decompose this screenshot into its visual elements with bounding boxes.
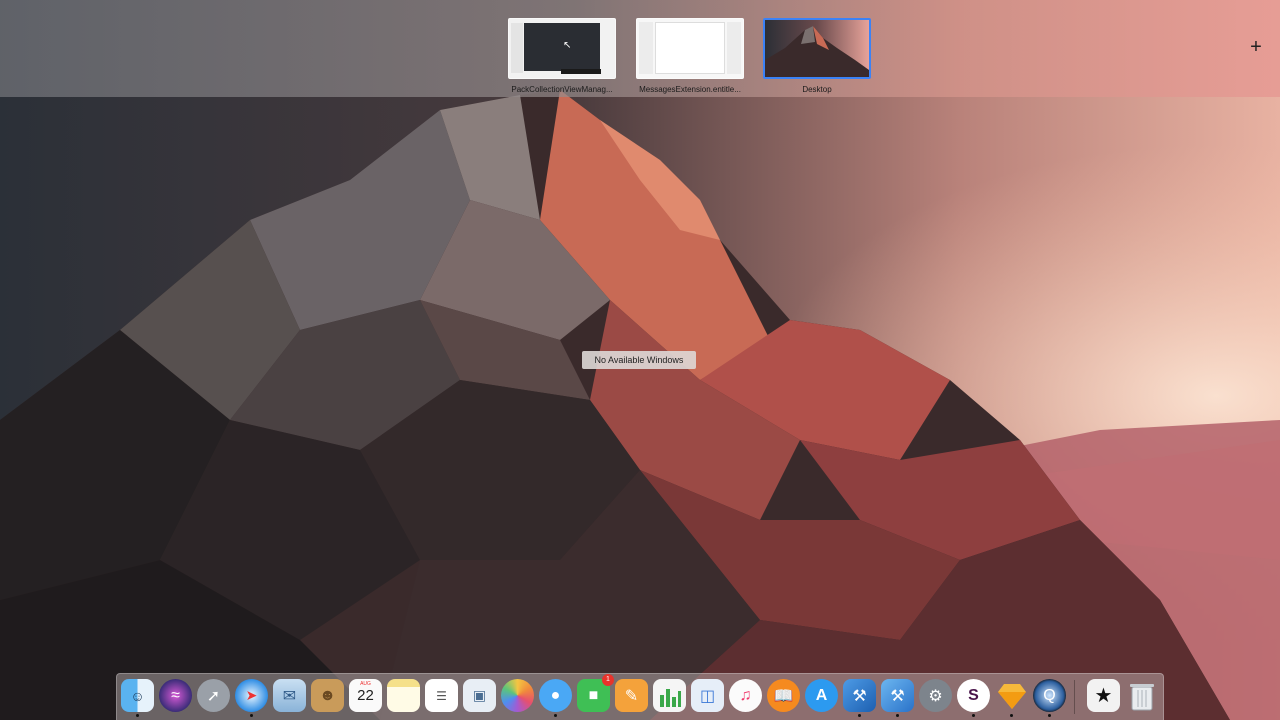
running-indicator <box>136 714 139 717</box>
running-indicator <box>972 714 975 717</box>
trash-can-glyph <box>1129 683 1154 710</box>
slack-icon[interactable]: S <box>957 679 990 717</box>
mail-icon[interactable]: ✉ <box>273 679 306 712</box>
running-indicator <box>1010 714 1013 717</box>
contacts-icon[interactable]: ☻ <box>311 679 344 712</box>
space-thumbnail[interactable] <box>763 18 871 79</box>
quicktime-icon[interactable]: Q <box>1033 679 1066 717</box>
space-desktop[interactable]: Desktop <box>763 18 871 94</box>
spaces-bar: ↖ PackCollectionViewManag... MessagesExt… <box>0 0 1280 97</box>
space-thumbnail[interactable]: ↖ <box>508 18 616 79</box>
console-preview <box>561 69 601 74</box>
reminders-icon[interactable]: ☰ <box>425 679 458 712</box>
inspector-preview <box>727 22 741 74</box>
ibooks-icon[interactable]: 📖 <box>767 679 800 712</box>
no-available-windows-label: No Available Windows <box>582 351 696 369</box>
sketch-icon[interactable] <box>995 679 1028 717</box>
reeder-icon[interactable]: ★ <box>1087 679 1120 712</box>
numbers-chart-glyph <box>659 688 681 707</box>
instruments-icon[interactable]: ⚒ <box>881 679 914 717</box>
cursor-icon: ↖ <box>563 40 572 51</box>
siri-icon[interactable]: ≈ <box>159 679 192 712</box>
editor-window-preview <box>655 22 725 74</box>
dock-separator <box>1074 680 1075 714</box>
finder-icon[interactable]: ☺ <box>121 679 154 717</box>
notification-badge: 1 <box>602 674 614 686</box>
wallpaper-preview <box>765 26 869 77</box>
keynote-icon[interactable]: ◫ <box>691 679 724 712</box>
safari-icon[interactable]: ➤ <box>235 679 268 717</box>
sidebar-preview <box>639 22 653 74</box>
space-label: MessagesExtension.entitle... <box>639 85 741 94</box>
running-indicator <box>858 714 861 717</box>
facetime-icon[interactable]: ■ 1 <box>577 674 614 712</box>
editor-window-preview <box>524 23 600 71</box>
sidebar-preview <box>511 23 523 73</box>
running-indicator <box>1048 714 1051 717</box>
numbers-icon[interactable] <box>653 679 686 712</box>
dock: ☺ ≈ ➚ ➤ ✉ ☻ AUG 22 ☰ ▣ ● ■ 1 ✎ ◫ ♫ 📖 A ⚒… <box>116 673 1164 720</box>
add-space-button[interactable]: + <box>1247 36 1265 58</box>
trash-icon[interactable] <box>1125 679 1158 712</box>
running-indicator <box>554 714 557 717</box>
pages-icon[interactable]: ✎ <box>615 679 648 712</box>
space-messagesextension[interactable]: MessagesExtension.entitle... <box>636 18 744 94</box>
space-thumbnail[interactable] <box>636 18 744 79</box>
running-indicator <box>896 714 899 717</box>
itunes-icon[interactable]: ♫ <box>729 679 762 712</box>
launchpad-icon[interactable]: ➚ <box>197 679 230 712</box>
running-indicator <box>250 714 253 717</box>
system-preferences-icon[interactable]: ⚙ <box>919 679 952 712</box>
sketch-diamond-glyph <box>997 683 1026 709</box>
photos-icon[interactable] <box>501 679 534 712</box>
space-label: Desktop <box>802 85 832 94</box>
calendar-icon[interactable]: AUG 22 <box>349 679 382 712</box>
app-store-icon[interactable]: A <box>805 679 838 712</box>
xcode-icon[interactable]: ⚒ <box>843 679 876 717</box>
space-packcollectionviewmanager[interactable]: ↖ PackCollectionViewManag... <box>508 18 616 94</box>
calendar-day: 22 <box>357 687 374 704</box>
plus-icon: + <box>1250 36 1262 58</box>
space-label: PackCollectionViewManag... <box>511 85 613 94</box>
preview-icon[interactable]: ▣ <box>463 679 496 712</box>
messages-icon[interactable]: ● <box>539 679 572 717</box>
notes-icon[interactable] <box>387 679 420 712</box>
